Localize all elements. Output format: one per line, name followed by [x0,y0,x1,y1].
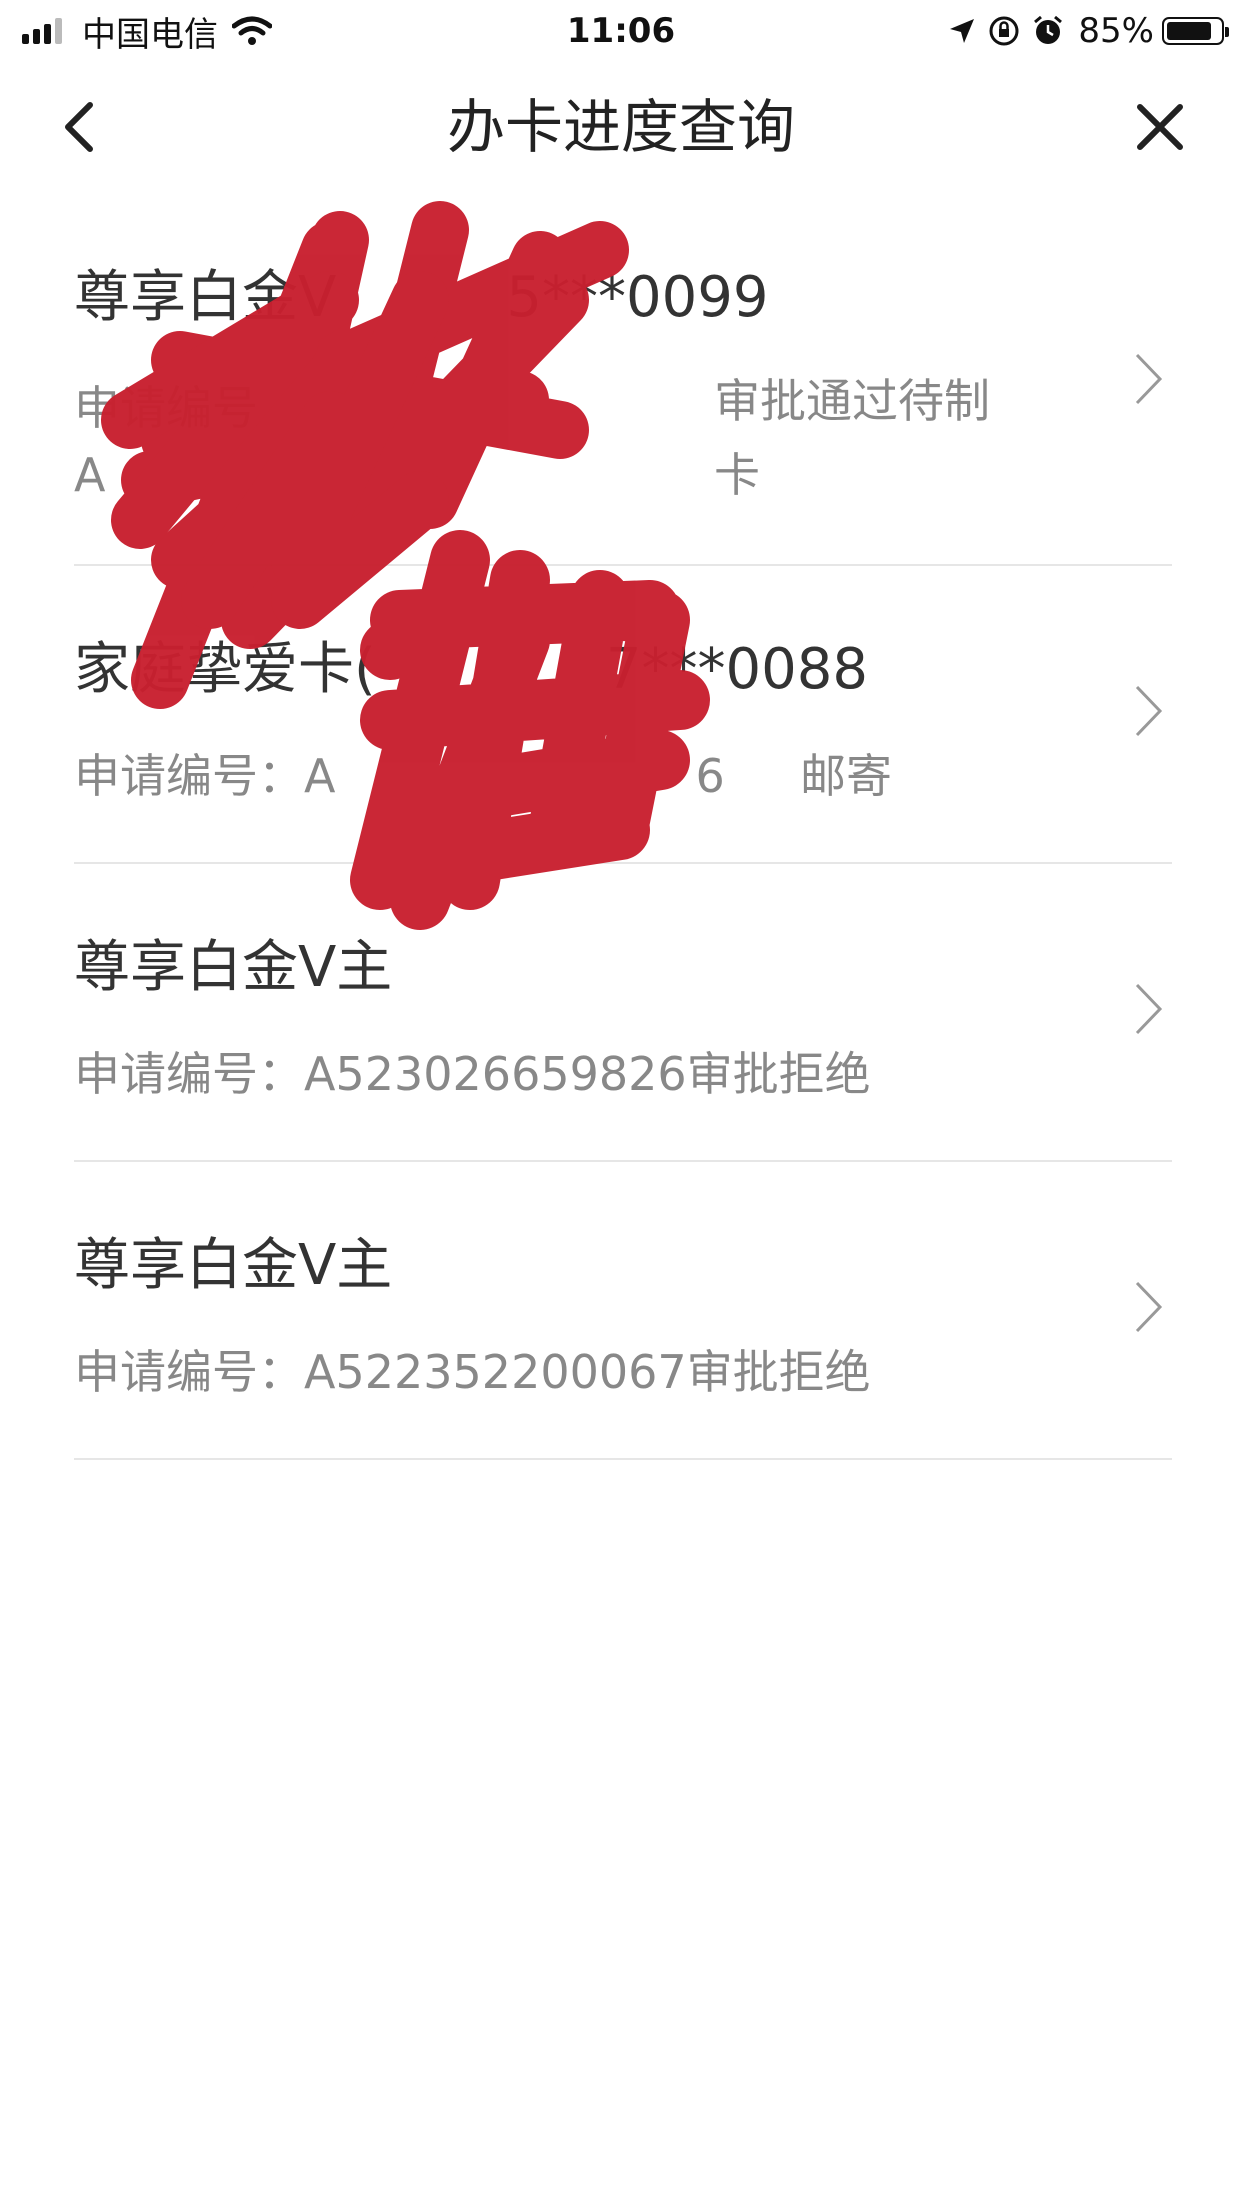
location-icon [950,19,975,43]
item-title-prefix: 尊享白金V [74,265,337,330]
item-title: 尊享白金V主 [74,1233,393,1298]
delivery-method: 邮寄 [800,749,892,803]
item-title: 家庭挚爱卡( 7***0088 [74,624,868,705]
list-item[interactable]: 尊享白金V主 申请编号：A523026659826审批拒绝 [74,862,1172,1162]
application-number: 申请编号：A 6 [74,740,725,806]
chevron-right-icon [1135,353,1163,405]
battery-percent: 85% [1078,11,1154,51]
chevron-right-icon [1135,1281,1163,1333]
chevron-right-icon [1135,983,1163,1035]
chevron-right-icon [1135,685,1163,737]
application-status-line: 申请编号：A523026659826审批拒绝 [74,1047,871,1101]
item-title: 尊享白金V主 [74,935,393,1000]
application-status-line: 申请编号：A522352200067审批拒绝 [74,1345,871,1399]
close-icon[interactable] [1130,97,1190,157]
application-number-label: 申请编号 [74,381,258,435]
status-bar: 中国电信 11:06 85% [0,0,1242,62]
application-number-prefix: 申请编号：A [74,749,336,803]
application-number-prefix: A [74,448,106,502]
page-title: 办卡进度查询 [446,93,795,161]
nav-bar: 办卡进度查询 [0,62,1242,192]
list-item[interactable]: 家庭挚爱卡( 7***0088 申请编号：A 6 邮寄 [74,564,1172,864]
alarm-icon [1034,15,1063,44]
battery-level [1167,22,1211,40]
rotation-lock-icon [989,16,1019,46]
item-title-suffix: 7***0088 [605,637,869,702]
item-title: 尊享白金V 5***0099 [74,252,768,333]
battery-icon [1162,17,1229,45]
application-number-suffix: 6 [695,749,725,803]
list-item[interactable]: 尊享白金V主 申请编号：A522352200067审批拒绝 [74,1160,1172,1460]
list-item[interactable]: 尊享白金V 5***0099 申请编号 A 审批通过待制卡 [74,192,1172,566]
item-title-suffix: 5***0099 [506,265,769,330]
item-title-prefix: 家庭挚爱卡( [74,637,376,702]
status-text: 审批通过待制卡 [714,374,990,502]
